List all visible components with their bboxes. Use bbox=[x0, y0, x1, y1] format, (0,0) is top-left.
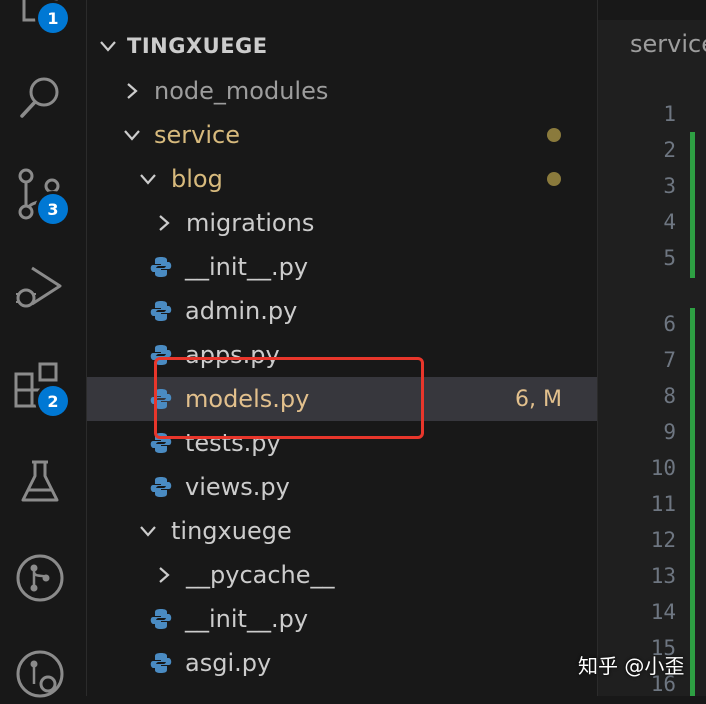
python-file-icon bbox=[149, 255, 173, 279]
run-debug-icon[interactable] bbox=[14, 262, 66, 314]
line-number: 6 bbox=[663, 312, 676, 336]
editor-area: service 1 2 3 4 5 6 7 8 9 10 11 12 13 14… bbox=[597, 0, 706, 696]
line-number: 1 bbox=[663, 102, 676, 126]
git-graph-icon[interactable] bbox=[14, 552, 66, 604]
line-number: 9 bbox=[663, 420, 676, 444]
tree-file-models[interactable]: models.py 6, M bbox=[87, 377, 659, 421]
python-file-icon bbox=[149, 651, 173, 675]
tree-item-label: apps.py bbox=[185, 341, 280, 369]
line-number: 7 bbox=[663, 348, 676, 372]
tree-file-init[interactable]: __init__.py bbox=[87, 245, 659, 289]
tree-item-label: views.py bbox=[185, 473, 290, 501]
modified-dot bbox=[547, 128, 561, 142]
breadcrumb[interactable]: service bbox=[630, 30, 706, 58]
explorer-badge: 1 bbox=[38, 3, 68, 33]
python-file-icon bbox=[149, 343, 173, 367]
testing-flask-icon[interactable] bbox=[14, 456, 66, 508]
tree-item-label: blog bbox=[171, 165, 223, 193]
search-icon[interactable] bbox=[14, 72, 66, 124]
line-number: 3 bbox=[663, 174, 676, 198]
tree-item-label: __init__.py bbox=[185, 605, 309, 633]
line-number: 8 bbox=[663, 384, 676, 408]
python-file-icon bbox=[149, 387, 173, 411]
editor-tab-strip bbox=[598, 0, 706, 20]
root-folder-title: TINGXUEGE bbox=[127, 34, 268, 58]
line-number: 12 bbox=[650, 528, 676, 552]
python-file-icon bbox=[149, 431, 173, 455]
remote-explorer-icon[interactable] bbox=[14, 648, 66, 700]
line-number: 5 bbox=[663, 246, 676, 270]
line-number: 2 bbox=[663, 138, 676, 162]
watermark: 知乎 @小歪 bbox=[578, 654, 685, 678]
tree-item-label: asgi.py bbox=[185, 649, 272, 677]
tree-item-label: migrations bbox=[186, 209, 315, 237]
line-number: 11 bbox=[650, 492, 676, 516]
tree-folder-node-modules[interactable]: node_modules bbox=[87, 69, 631, 113]
tree-item-label: tingxuege bbox=[171, 517, 292, 545]
tree-item-label: service bbox=[154, 121, 240, 149]
python-file-icon bbox=[149, 299, 173, 323]
tree-file-init-2[interactable]: __init__.py bbox=[87, 597, 659, 641]
file-status-badge: 6, M bbox=[515, 386, 562, 412]
explorer-root[interactable]: TINGXUEGE bbox=[87, 24, 607, 68]
tree-item-label: __pycache__ bbox=[186, 561, 335, 589]
extensions-badge: 2 bbox=[38, 386, 68, 416]
source-control-badge: 3 bbox=[38, 194, 68, 224]
tree-file-admin[interactable]: admin.py bbox=[87, 289, 659, 333]
chevron-down-icon bbox=[137, 168, 159, 190]
chevron-right-icon bbox=[153, 564, 175, 586]
line-number: 14 bbox=[650, 600, 676, 624]
tree-folder-tingxuege[interactable]: tingxuege bbox=[87, 509, 647, 553]
git-added-gutter bbox=[690, 132, 695, 278]
chevron-right-icon bbox=[153, 212, 175, 234]
tree-item-label: node_modules bbox=[154, 77, 329, 105]
tree-file-views[interactable]: views.py bbox=[87, 465, 659, 509]
tree-item-label: admin.py bbox=[185, 297, 298, 325]
tree-item-label: tests.py bbox=[185, 429, 281, 457]
tree-folder-migrations[interactable]: migrations bbox=[87, 201, 663, 245]
python-file-icon bbox=[149, 475, 173, 499]
chevron-down-icon bbox=[97, 35, 119, 57]
git-added-gutter bbox=[690, 308, 695, 696]
chevron-down-icon bbox=[137, 520, 159, 542]
chevron-down-icon bbox=[121, 124, 143, 146]
tree-item-label: models.py bbox=[185, 385, 310, 413]
python-file-icon bbox=[149, 607, 173, 631]
activity-bar: 1 3 2 bbox=[0, 0, 87, 698]
tree-file-tests[interactable]: tests.py bbox=[87, 421, 659, 465]
line-number: 13 bbox=[650, 564, 676, 588]
modified-dot bbox=[547, 172, 561, 186]
line-number: 4 bbox=[663, 210, 676, 234]
tree-folder-blog[interactable]: blog bbox=[87, 157, 647, 201]
tree-file-apps[interactable]: apps.py bbox=[87, 333, 659, 377]
line-number: 10 bbox=[650, 456, 676, 480]
tree-file-asgi[interactable]: asgi.py bbox=[87, 641, 659, 685]
tree-item-label: __init__.py bbox=[185, 253, 309, 281]
explorer-panel: TINGXUEGE node_modules service blog migr… bbox=[87, 0, 659, 696]
chevron-right-icon bbox=[121, 80, 143, 102]
tree-folder-pycache[interactable]: __pycache__ bbox=[87, 553, 663, 597]
